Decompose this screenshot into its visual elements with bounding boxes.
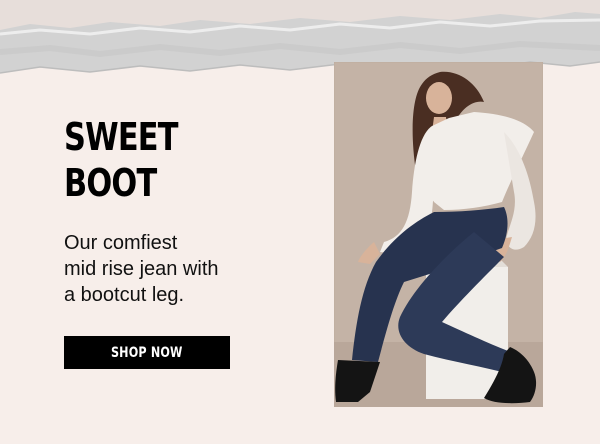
body-copy: Our comfiest mid rise jean with a bootcu… <box>64 230 314 308</box>
shop-now-button[interactable]: SHOP NOW <box>64 336 230 369</box>
headline-line-1: SWEET <box>64 115 179 159</box>
headline-line-2: BOOT <box>64 161 157 205</box>
headline: SWEET BOOT <box>64 114 179 206</box>
body-copy-line-3: a bootcut leg. <box>64 284 185 306</box>
model-photo <box>334 62 543 407</box>
body-copy-line-2: mid rise jean with <box>64 258 219 280</box>
shop-now-label: SHOP NOW <box>111 344 183 361</box>
body-copy-line-1: Our comfiest <box>64 232 178 254</box>
